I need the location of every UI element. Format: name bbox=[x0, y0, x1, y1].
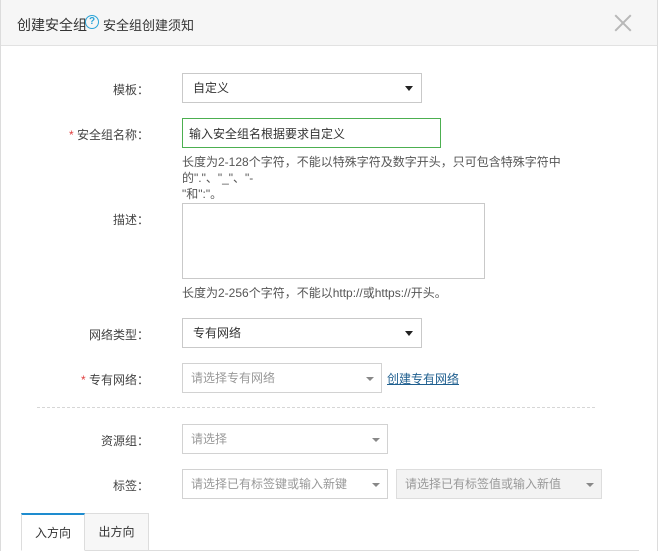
close-icon[interactable] bbox=[610, 10, 636, 36]
caret-down-icon bbox=[372, 483, 380, 487]
create-vpc-link[interactable]: 创建专有网络 bbox=[387, 370, 459, 387]
create-security-group-dialog: 创建安全组 ? 安全组创建须知 模板： 自定义 * 安全组名称： 长度为2-12… bbox=[0, 0, 658, 551]
caret-down-icon bbox=[586, 483, 594, 487]
resource-group-select[interactable]: 请选择 bbox=[182, 424, 388, 454]
tag-key-select[interactable]: 请选择已有标签键或输入新键 bbox=[182, 469, 388, 499]
resource-group-label: 资源组： bbox=[100, 434, 149, 448]
section-divider bbox=[37, 407, 595, 408]
tag-key-placeholder: 请选择已有标签键或输入新键 bbox=[191, 477, 348, 491]
description-textarea[interactable] bbox=[182, 203, 485, 279]
name-hint: 长度为2-128个字符，不能以特殊字符及数字开头，只可包含特殊字符中的"."、"… bbox=[182, 154, 622, 202]
dialog-title: 创建安全组 bbox=[17, 17, 87, 33]
dialog-header: 创建安全组 ? 安全组创建须知 bbox=[1, 0, 657, 46]
template-select[interactable]: 自定义 bbox=[182, 73, 422, 103]
help-link[interactable]: 安全组创建须知 bbox=[103, 15, 194, 34]
tag-value-placeholder: 请选择已有标签值或输入新值 bbox=[405, 477, 562, 491]
direction-tabs: 入方向 出方向 bbox=[21, 513, 639, 551]
vpc-select-placeholder: 请选择专有网络 bbox=[191, 371, 276, 385]
required-mark: * bbox=[80, 373, 86, 387]
network-type-value: 专有网络 bbox=[193, 326, 242, 340]
caret-down-icon bbox=[372, 438, 380, 442]
vpc-label: * 专有网络： bbox=[1, 371, 149, 388]
caret-down-icon bbox=[405, 331, 413, 336]
name-hint-line2: "和":"。 bbox=[182, 187, 223, 201]
tab-outbound[interactable]: 出方向 bbox=[85, 513, 149, 551]
name-label-text: 安全组名称： bbox=[76, 128, 149, 142]
caret-down-icon bbox=[366, 377, 374, 381]
name-hint-line1: 长度为2-128个字符，不能以特殊字符及数字开头，只可包含特殊字符中的"."、"… bbox=[182, 155, 561, 185]
question-circle-icon[interactable]: ? bbox=[85, 15, 99, 29]
vpc-select[interactable]: 请选择专有网络 bbox=[182, 363, 382, 393]
caret-down-icon bbox=[405, 86, 413, 91]
name-label: * 安全组名称： bbox=[1, 126, 149, 143]
resource-group-placeholder: 请选择 bbox=[191, 432, 228, 446]
required-mark: * bbox=[68, 128, 74, 142]
tag-value-select[interactable]: 请选择已有标签值或输入新值 bbox=[396, 469, 602, 499]
template-label: 模板： bbox=[112, 83, 149, 97]
template-select-value: 自定义 bbox=[193, 81, 230, 95]
security-group-name-input[interactable] bbox=[182, 118, 441, 148]
tags-label: 标签： bbox=[112, 479, 149, 493]
network-type-label: 网络类型： bbox=[88, 328, 149, 342]
tab-inbound[interactable]: 入方向 bbox=[21, 513, 85, 551]
description-label: 描述： bbox=[112, 213, 149, 227]
network-type-select[interactable]: 专有网络 bbox=[182, 318, 422, 348]
description-hint: 长度为2-256个字符，不能以http://或https://开头。 bbox=[182, 286, 447, 300]
vpc-label-text: 专有网络： bbox=[88, 373, 149, 387]
